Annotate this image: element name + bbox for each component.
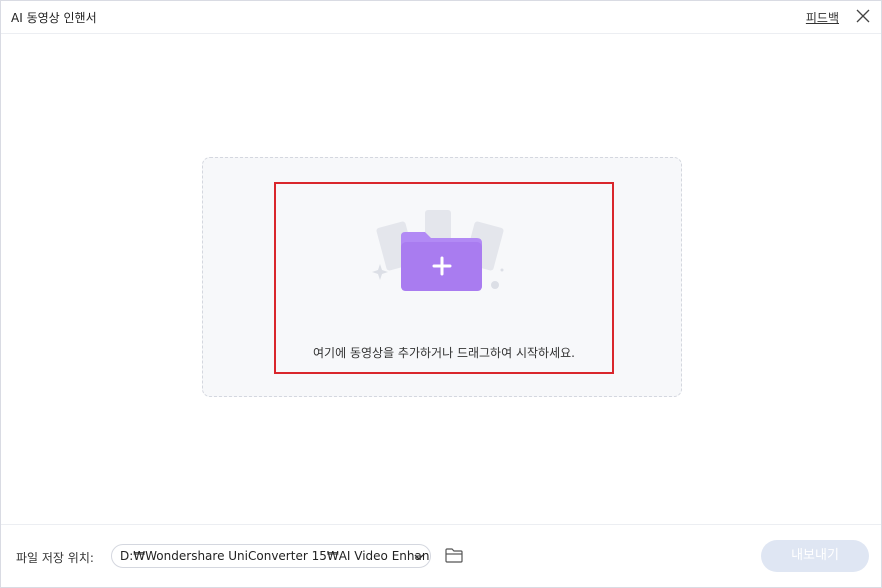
folder-plus-icon[interactable]	[369, 206, 509, 296]
folder-icon[interactable]	[445, 547, 463, 563]
app-window: AI 동영상 인핸서 피드백 여기에 동영상을 추가하거나 드래그하여 시작하세…	[0, 0, 882, 588]
drop-hint-text: 여기에 동영상을 추가하거나 드래그하여 시작하세요.	[313, 346, 575, 360]
feedback-link[interactable]: 피드백	[806, 9, 839, 26]
title-bar: AI 동영상 인핸서 피드백	[1, 1, 881, 34]
save-location-label: 파일 저장 위치:	[16, 551, 94, 565]
chevron-down-icon	[414, 554, 424, 560]
export-button[interactable]: 내보내기	[761, 540, 869, 572]
save-path-select[interactable]: D:₩Wondershare UniConverter 15₩AI Video …	[111, 544, 431, 568]
close-icon[interactable]	[855, 8, 871, 24]
window-title: AI 동영상 인핸서	[11, 11, 97, 25]
save-path-value: D:₩Wondershare UniConverter 15₩AI Video …	[120, 549, 431, 563]
footer-bar: 파일 저장 위치: D:₩Wondershare UniConverter 15…	[1, 524, 881, 587]
